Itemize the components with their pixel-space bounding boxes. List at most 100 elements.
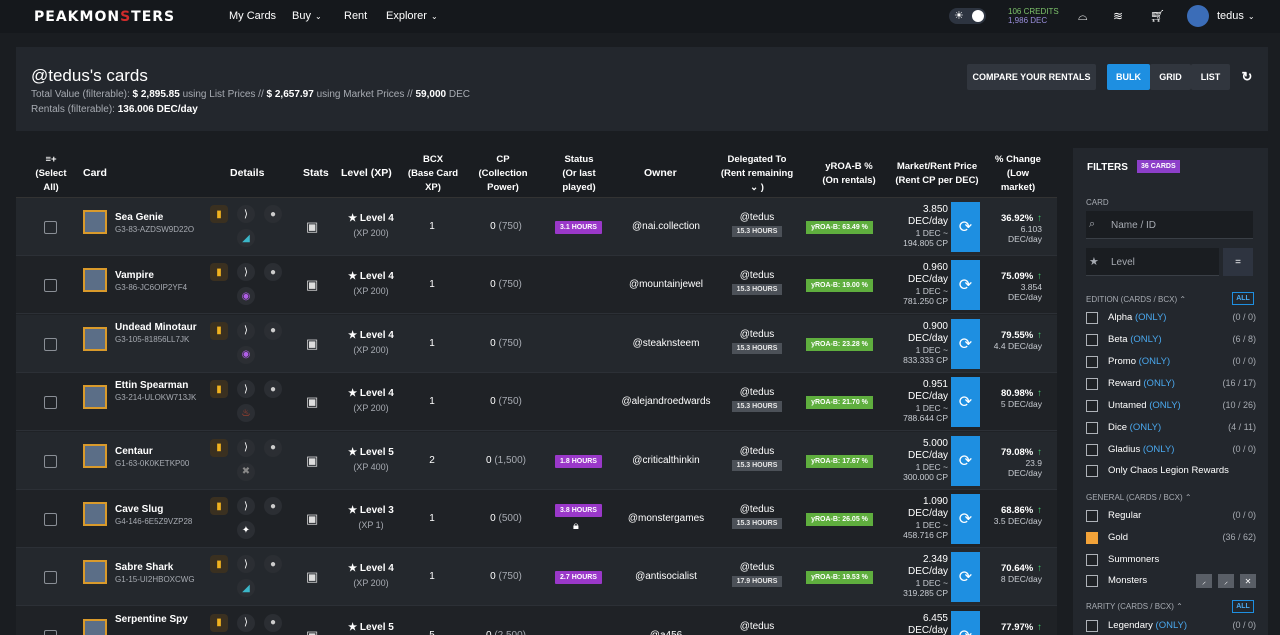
checkbox[interactable] (1086, 400, 1098, 412)
only-link[interactable]: (ONLY) (1130, 334, 1162, 345)
refresh-price-button[interactable]: ⟳ (951, 494, 980, 544)
checkbox[interactable] (1086, 510, 1098, 522)
owner-header[interactable]: Owner (644, 166, 677, 180)
nav-my-cards[interactable]: My Cards (229, 10, 276, 22)
row-checkbox[interactable] (44, 396, 57, 410)
nav-rent[interactable]: Rent (344, 10, 367, 22)
grid-view-button[interactable]: GRID (1150, 64, 1191, 90)
bulk-view-button[interactable]: BULK (1107, 64, 1150, 90)
general-label[interactable]: GENERAL (CARDS / BCX) ⌃ (1086, 493, 1192, 502)
owner-link[interactable]: @antisocialist (611, 571, 721, 582)
stats-icon[interactable]: ▣ (306, 569, 318, 585)
price-header[interactable]: Market/Rent Price (Rent CP per DEC) (889, 160, 985, 188)
stats-icon[interactable]: ▣ (306, 219, 318, 235)
status-header[interactable]: Status (Or last played) (551, 153, 607, 195)
owner-link[interactable]: @a456 (611, 630, 721, 635)
summoners-filter[interactable]: Summoners (1086, 553, 1256, 569)
table-row[interactable]: Centaur G1-63-0K0KETKP00 ▮ ⟩ ● ✖ ▣ ★ Level 5 (XP… (16, 431, 1057, 490)
layers-icon[interactable]: ≋ (1113, 9, 1123, 23)
delegate-link[interactable]: @tedus (726, 387, 788, 398)
owner-link[interactable]: @monstergames (611, 513, 721, 524)
refresh-icon[interactable]: ↻ (1236, 64, 1258, 90)
row-checkbox[interactable] (44, 454, 57, 468)
delegate-link[interactable]: @tedus (726, 504, 788, 515)
row-checkbox[interactable] (44, 513, 57, 526)
table-row[interactable]: Ettin Spearman G3-214-ULOKW713JK ▮ ⟩ ● ♨ ▣ ★ Le… (16, 373, 1057, 432)
table-row[interactable]: Serpentine Spy ▮ ⟩ ● ▣ ★ Level 5 5 0 (2,500) @a4… (16, 607, 1057, 635)
refresh-price-button[interactable]: ⟳ (951, 260, 980, 311)
card-name[interactable]: Ettin Spearman G3-214-ULOKW713JK (115, 378, 205, 402)
checkbox[interactable] (1086, 312, 1098, 324)
delegate-link[interactable]: @tedus (726, 446, 788, 457)
magic-icon[interactable]: ✕ (1240, 574, 1256, 588)
avatar[interactable] (1187, 5, 1209, 27)
card-image[interactable] (83, 326, 107, 351)
list-view-button[interactable]: LIST (1191, 64, 1230, 90)
checkbox[interactable] (1086, 575, 1098, 587)
edition-filter-gladius[interactable]: Gladius (ONLY) (0 / 0) (1086, 443, 1256, 459)
checkbox[interactable] (1086, 378, 1098, 390)
table-row[interactable]: Cave Slug G4-146-6E5Z9VZP28 ▮ ⟩ ● ✦ ▣ ★ Level 3… (16, 490, 1057, 548)
legendary-filter[interactable]: Legendary (ONLY) (0 / 0) (1086, 619, 1256, 635)
level-operator-button[interactable]: = (1223, 248, 1253, 276)
checkbox[interactable] (1086, 444, 1098, 456)
refresh-price-button[interactable]: ⟳ (951, 202, 980, 252)
table-row[interactable]: Undead Minotaur G3-105-81856LL7JK ▮ ⟩ ● ◉ ▣ ★ L… (16, 314, 1057, 373)
checkbox[interactable] (1086, 334, 1098, 346)
level-header[interactable]: Level (XP) (341, 166, 392, 180)
edition-all-button[interactable]: ALL (1232, 292, 1254, 305)
card-name[interactable]: Vampire G3-86-JC6OIP2YF4 (115, 268, 205, 292)
gold-filter[interactable]: Gold (36 / 62) (1086, 531, 1256, 547)
bcx-header[interactable]: BCX (Base Card XP) (405, 153, 461, 195)
card-image[interactable] (83, 443, 107, 468)
delegate-link[interactable]: @tedus (726, 270, 788, 281)
edition-filter-dice[interactable]: Dice (ONLY) (4 / 11) (1086, 421, 1256, 437)
only-link[interactable]: (ONLY) (1143, 378, 1175, 389)
card-name[interactable]: Sabre Shark G1-15-UI2HBOXCWG (115, 560, 205, 584)
change-header[interactable]: % Change (Low market) (990, 153, 1046, 195)
row-checkbox[interactable] (44, 571, 57, 585)
stats-icon[interactable]: ▣ (306, 277, 318, 293)
rarity-all-button[interactable]: ALL (1232, 600, 1254, 613)
delegate-link[interactable]: @tedus (726, 562, 788, 573)
checkbox[interactable] (1086, 465, 1098, 477)
card-name[interactable]: Sea Genie G3-83-AZDSW9D22O (115, 210, 205, 234)
stats-icon[interactable]: ▣ (306, 336, 318, 352)
card-name[interactable]: Serpentine Spy (115, 612, 205, 627)
card-name[interactable]: Undead Minotaur G3-105-81856LL7JK (115, 320, 205, 344)
checkbox-checked[interactable] (1086, 532, 1098, 544)
table-row[interactable]: Vampire G3-86-JC6OIP2YF4 ▮ ⟩ ● ◉ ▣ ★ Level 4 (XP… (16, 256, 1057, 315)
theme-toggle[interactable]: ☀ (949, 8, 986, 24)
logo[interactable]: PEAKMONSTERS (34, 9, 175, 25)
refresh-price-button[interactable]: ⟳ (951, 610, 980, 635)
yroa-header[interactable]: yROA-B % (On rentals) (814, 160, 884, 188)
nav-explorer[interactable]: Explorer ⌄ (386, 10, 438, 22)
stats-icon[interactable]: ▣ (306, 394, 318, 410)
row-checkbox[interactable] (44, 221, 57, 234)
chaos-rewards-filter[interactable]: Only Chaos Legion Rewards (1086, 464, 1256, 480)
nav-buy[interactable]: Buy ⌄ (292, 10, 322, 22)
delegate-link[interactable]: @tedus (726, 329, 788, 340)
refresh-price-button[interactable]: ⟳ (951, 435, 980, 486)
delegate-link[interactable]: @tedus (726, 212, 788, 223)
owner-link[interactable]: @alejandroedwards (611, 396, 721, 407)
edition-label[interactable]: EDITION (CARDS / BCX) ⌃ (1086, 295, 1186, 304)
regular-filter[interactable]: Regular (0 / 0) (1086, 509, 1256, 525)
table-row[interactable]: Sea Genie G3-83-AZDSW9D22O ▮ ⟩ ● ◢ ▣ ★ Level 4(… (16, 198, 1057, 256)
owner-link[interactable]: @nai.collection (611, 221, 721, 232)
card-image[interactable] (83, 618, 107, 635)
card-image[interactable] (83, 268, 107, 293)
owner-link[interactable]: @criticalthinkin (611, 455, 721, 466)
stats-icon[interactable]: ▣ (306, 628, 318, 635)
row-checkbox[interactable] (44, 337, 57, 351)
row-checkbox[interactable] (44, 629, 57, 635)
edition-filter-promo[interactable]: Promo (ONLY) (0 / 0) (1086, 355, 1256, 371)
owner-link[interactable]: @steaknsteem (611, 338, 721, 349)
monsters-filter[interactable]: Monsters ⸝ ⸝ ✕ (1086, 574, 1256, 590)
name-id-input[interactable]: ⌕ Name / ID (1086, 211, 1253, 239)
card-header[interactable]: Card (83, 166, 107, 180)
table-row[interactable]: Sabre Shark G1-15-UI2HBOXCWG ▮ ⟩ ● ◢ ▣ ★ Level … (16, 548, 1057, 607)
refresh-price-button[interactable]: ⟳ (951, 377, 980, 428)
card-image[interactable] (83, 385, 107, 410)
row-checkbox[interactable] (44, 279, 57, 293)
